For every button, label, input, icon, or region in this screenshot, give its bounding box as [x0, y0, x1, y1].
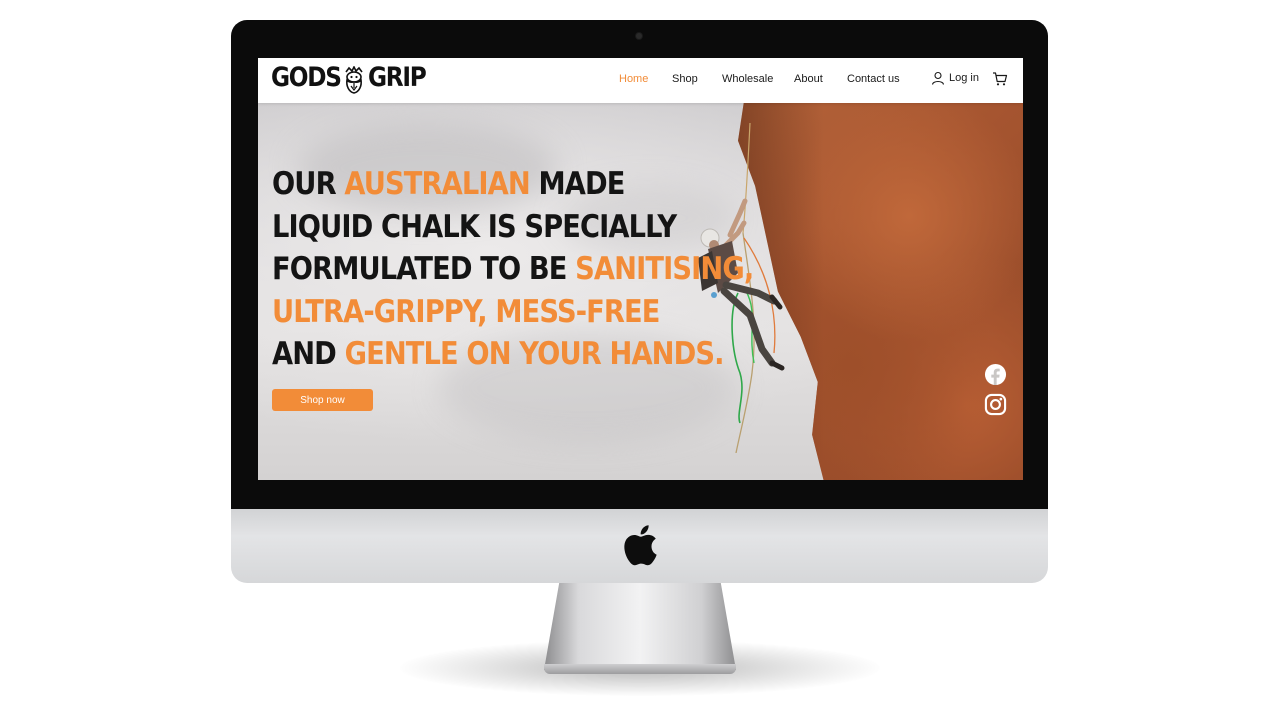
headline-accent-text: AUSTRALIAN — [344, 166, 530, 202]
headline-text: OUR — [272, 166, 345, 202]
headline-text: AND — [272, 336, 345, 372]
facebook-icon[interactable] — [984, 363, 1007, 386]
headline-line: ULTRA-GRIPPY, MESS-FREE — [272, 291, 677, 334]
headline-line: FORMULATED TO BE SANITISING, — [272, 248, 754, 291]
shop-now-button[interactable]: Shop now — [272, 389, 373, 411]
nav-shop[interactable]: Shop — [672, 73, 698, 85]
imac-stand — [544, 582, 736, 670]
login-button[interactable]: Log in — [931, 71, 979, 85]
apple-logo-icon — [624, 525, 657, 566]
nav-about[interactable]: About — [794, 73, 823, 85]
site-header: GODS GRIP Home Shop Wholesale About Cont… — [258, 58, 1023, 103]
logo-word-grip[interactable]: GRIP — [368, 62, 427, 93]
headline-accent-text: SANITISING, — [575, 251, 754, 287]
hero-section: OUR AUSTRALIAN MADE LIQUID CHALK IS SPECI… — [258, 103, 1023, 480]
logo-word-gods[interactable]: GODS — [271, 62, 342, 93]
login-label: Log in — [949, 72, 979, 84]
headline-accent-text: GENTLE ON YOUR HANDS. — [344, 336, 725, 372]
nav-wholesale[interactable]: Wholesale — [722, 73, 773, 85]
camera-dot — [636, 33, 642, 39]
instagram-icon[interactable] — [984, 393, 1007, 416]
hero-headline: OUR AUSTRALIAN MADE LIQUID CHALK IS SPECI… — [272, 163, 754, 376]
headline-line: OUR AUSTRALIAN MADE — [272, 163, 677, 206]
imac-stand-base — [544, 664, 736, 674]
headline-text: FORMULATED TO BE — [272, 251, 576, 287]
website-screen: GODS GRIP Home Shop Wholesale About Cont… — [258, 58, 1023, 480]
bearded-face-logo-icon[interactable] — [342, 66, 366, 94]
headline-accent-text: ULTRA-GRIPPY, MESS-FREE — [272, 293, 660, 330]
cart-icon[interactable] — [992, 71, 1008, 87]
nav-contact[interactable]: Contact us — [847, 73, 900, 85]
headline-text: LIQUID CHALK IS SPECIALLY — [272, 208, 677, 245]
headline-line: LIQUID CHALK IS SPECIALLY — [272, 206, 677, 249]
headline-text: MADE — [529, 166, 625, 202]
headline-line: AND GENTLE ON YOUR HANDS. — [272, 333, 725, 376]
nav-home[interactable]: Home — [619, 73, 648, 85]
user-icon — [931, 71, 945, 85]
